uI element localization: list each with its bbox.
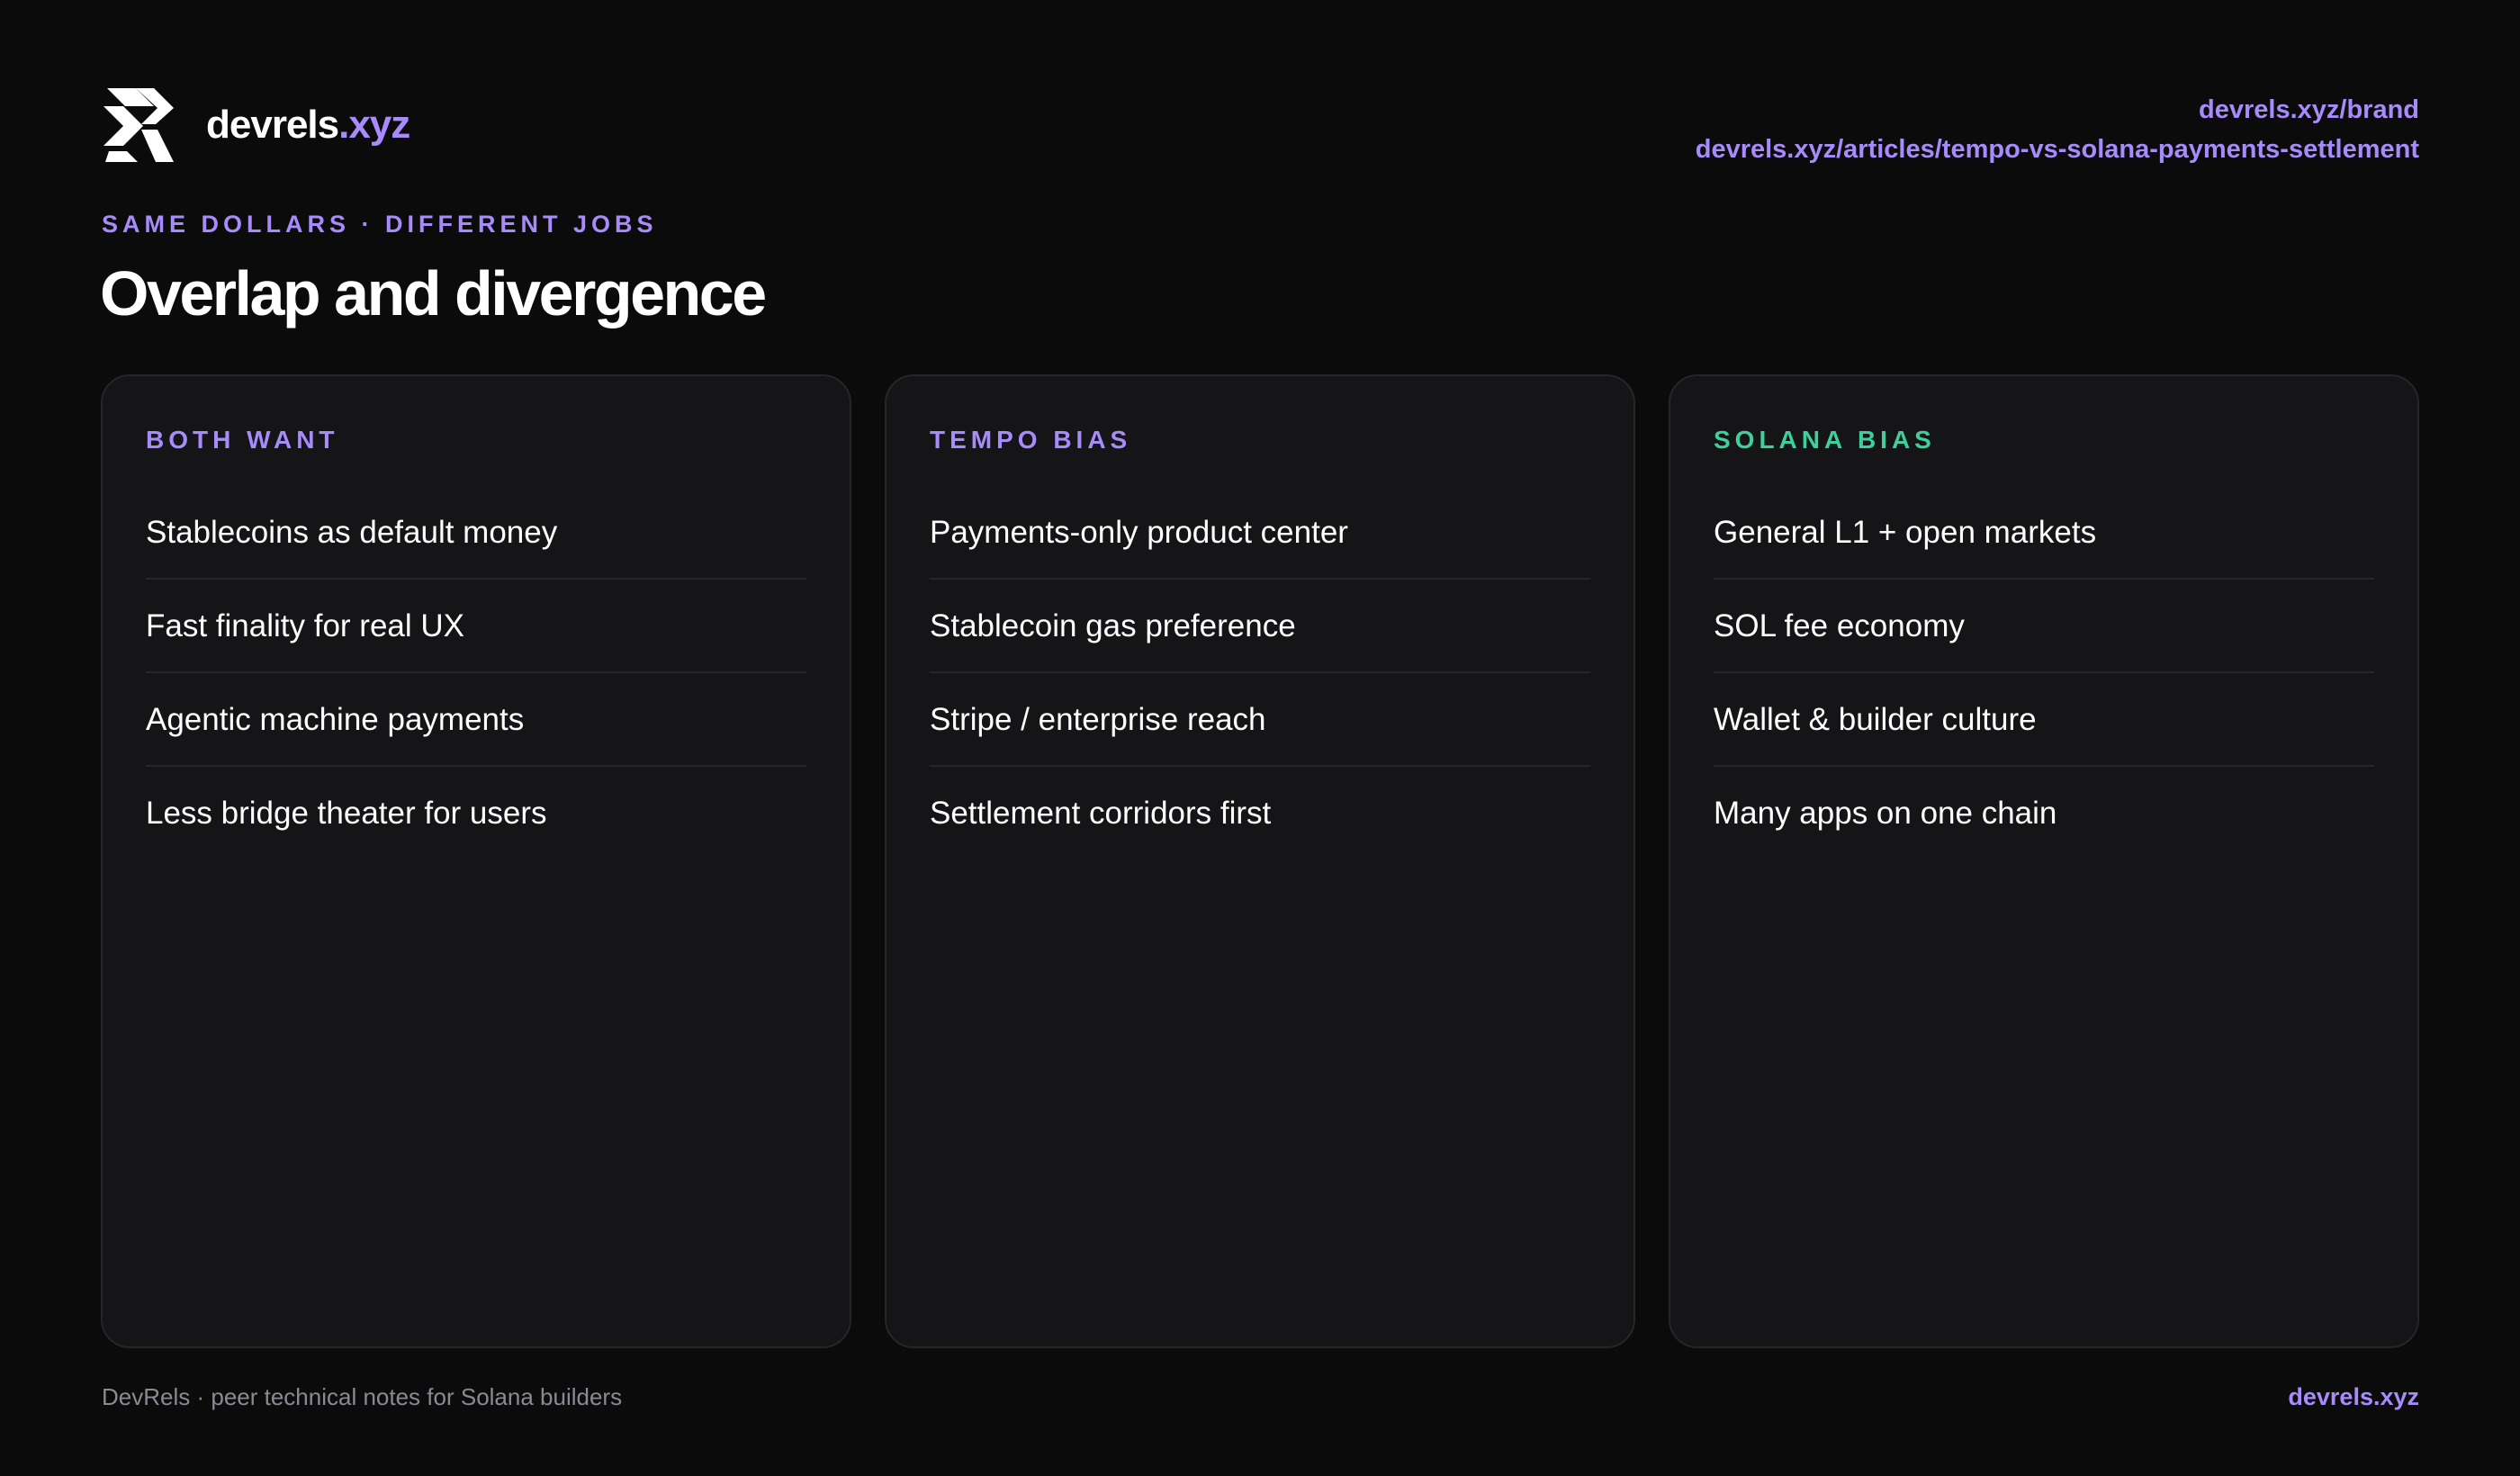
header-links: devrels.xyz/brand devrels.xyz/articles/t…	[1696, 90, 2419, 169]
card-list: General L1 + open markets SOL fee econom…	[1714, 486, 2374, 860]
list-item: Less bridge theater for users	[146, 796, 547, 831]
list-item: General L1 + open markets	[1714, 486, 2374, 580]
list-item: Settlement corridors first	[930, 796, 1272, 831]
brand-name-tld: .xyz	[338, 103, 410, 147]
card-tempo-bias: TEMPO BIAS Payments-only product center …	[885, 374, 1635, 1348]
list-item: Stablecoins as default money	[146, 486, 806, 580]
brand-link[interactable]: devrels.xyz/brand	[1696, 90, 2419, 130]
card-list: Payments-only product center Stablecoin …	[930, 486, 1590, 860]
brand-name: devrels.xyz	[206, 105, 410, 145]
list-item: Many apps on one chain	[1714, 796, 2057, 831]
card-heading: SOLANA BIAS	[1714, 426, 1936, 454]
card-list: Stablecoins as default money Fast finali…	[146, 486, 806, 860]
page-title: Overlap and divergence	[100, 258, 767, 328]
list-item: Stripe / enterprise reach	[930, 673, 1590, 767]
list-item: Wallet & builder culture	[1714, 673, 2374, 767]
footer-tagline: DevRels · peer technical notes for Solan…	[102, 1383, 623, 1410]
list-item: Agentic machine payments	[146, 673, 806, 767]
card-heading: TEMPO BIAS	[930, 426, 1132, 454]
comparison-cards: BOTH WANT Stablecoins as default money F…	[101, 374, 2419, 1348]
list-item: Stablecoin gas preference	[930, 580, 1590, 673]
card-heading: BOTH WANT	[146, 426, 339, 454]
devrels-logo-icon	[104, 88, 174, 162]
article-link[interactable]: devrels.xyz/articles/tempo-vs-solana-pay…	[1696, 130, 2419, 169]
brand-name-base: devrels	[206, 103, 339, 147]
list-item: Payments-only product center	[930, 486, 1590, 580]
footer-site-link[interactable]: devrels.xyz	[2288, 1382, 2419, 1412]
card-solana-bias: SOLANA BIAS General L1 + open markets SO…	[1669, 374, 2419, 1348]
list-item: SOL fee economy	[1714, 580, 2374, 673]
card-both-want: BOTH WANT Stablecoins as default money F…	[101, 374, 851, 1348]
brand-logo[interactable]: devrels.xyz	[102, 85, 410, 166]
list-item: Fast finality for real UX	[146, 580, 806, 673]
page-eyebrow: SAME DOLLARS · DIFFERENT JOBS	[102, 211, 658, 238]
